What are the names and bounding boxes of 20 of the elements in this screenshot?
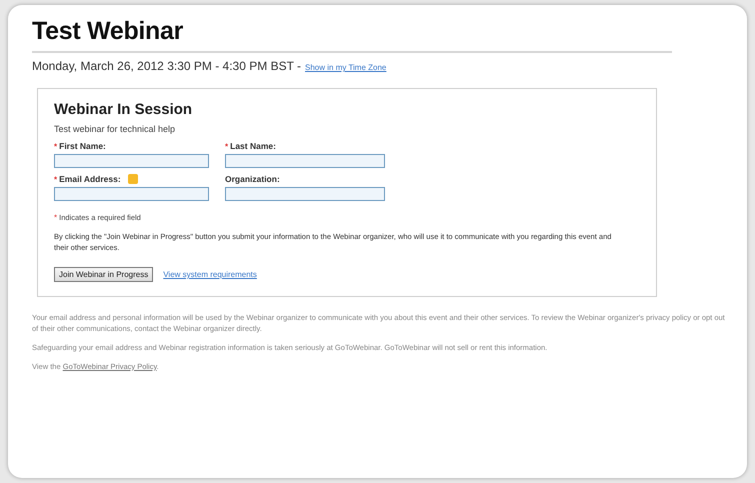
- field-label: Email Address:: [59, 174, 121, 184]
- form-description: Test webinar for technical help: [54, 124, 176, 134]
- info-icon[interactable]: [128, 174, 138, 184]
- input-field[interactable]: [54, 154, 209, 168]
- system-requirements-link[interactable]: View system requirements: [163, 270, 257, 279]
- field-label: Organization:: [225, 174, 280, 184]
- field-label: First Name:: [59, 141, 106, 151]
- required-marker: *: [54, 213, 58, 222]
- field-label: Last Name:: [230, 141, 276, 151]
- schedule-text: Monday, March 26, 2012 3:30 PM - 4:30 PM BST -: [32, 59, 302, 73]
- input-field[interactable]: [54, 186, 209, 200]
- input-field[interactable]: [225, 154, 385, 168]
- form-heading: Webinar In Session: [54, 101, 194, 118]
- required-marker: *: [225, 142, 228, 150]
- join-button[interactable]: Join Webinar in Progress: [54, 267, 154, 282]
- required-marker: *: [54, 174, 58, 184]
- time-zone-link[interactable]: Show in my Time Zone: [305, 63, 386, 72]
- input-field[interactable]: [225, 186, 385, 200]
- required-marker: *: [54, 142, 58, 150]
- webinar-title: Test Webinar: [32, 17, 184, 46]
